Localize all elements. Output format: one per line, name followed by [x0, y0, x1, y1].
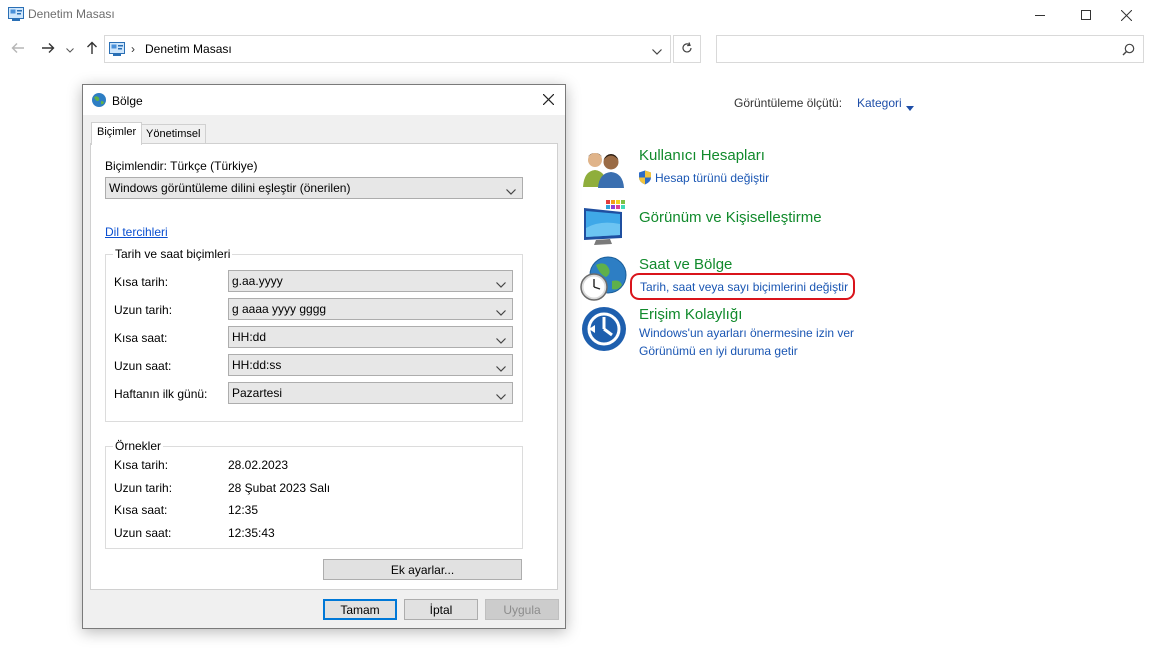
breadcrumb-item[interactable]: Denetim Masası — [145, 42, 232, 56]
long-date-label: Uzun tarih: — [114, 303, 173, 317]
format-label: Biçimlendir: Türkçe (Türkiye) — [105, 159, 258, 173]
chevron-down-icon — [496, 305, 506, 319]
chevron-down-icon[interactable] — [652, 44, 662, 58]
refresh-button[interactable] — [673, 35, 701, 63]
arrow-up-icon — [86, 41, 98, 58]
user-accounts-icon[interactable] — [582, 149, 628, 195]
breadcrumb-separator-icon: › — [131, 42, 135, 56]
close-icon — [542, 93, 554, 108]
chevron-down-icon — [506, 184, 516, 198]
dialog-title-bar: Bölge — [83, 85, 565, 115]
chevron-down-icon — [66, 42, 74, 56]
example-short-date-label: Kısa tarih: — [114, 458, 169, 472]
tab-administrative[interactable]: Yönetimsel — [140, 124, 207, 144]
back-button[interactable] — [7, 38, 29, 60]
view-by-label: Görüntüleme ölçütü: — [734, 96, 843, 110]
search-icon[interactable] — [1122, 43, 1135, 59]
category-title-appearance[interactable]: Görünüm ve Kişiselleştirme — [639, 209, 822, 226]
category-title-ease-of-access[interactable]: Erişim Kolaylığı — [639, 306, 742, 323]
search-box[interactable] — [716, 35, 1144, 63]
format-select-value: Windows görüntüleme dilini eşleştir (öne… — [109, 181, 351, 195]
control-panel-icon — [8, 7, 24, 21]
arrow-left-icon — [11, 42, 25, 57]
long-time-value: HH:dd:ss — [232, 358, 282, 372]
arrow-right-icon — [41, 42, 55, 57]
chevron-down-icon — [496, 389, 506, 403]
highlight-annotation — [630, 273, 855, 300]
refresh-icon — [681, 41, 693, 57]
example-short-time-label: Kısa saat: — [114, 503, 168, 517]
link-optimize-visual-display[interactable]: Görünümü en iyi duruma getir — [639, 344, 798, 358]
format-select[interactable]: Windows görüntüleme dilini eşleştir (öne… — [105, 177, 523, 199]
long-date-select[interactable]: g aaaa yyyy gggg — [228, 298, 513, 320]
ease-of-access-icon[interactable] — [581, 306, 627, 352]
short-date-label: Kısa tarih: — [114, 275, 169, 289]
example-long-time-label: Uzun saat: — [114, 526, 172, 540]
appearance-icon[interactable] — [582, 200, 628, 246]
short-time-select[interactable]: HH:dd — [228, 326, 513, 348]
short-time-value: HH:dd — [232, 330, 267, 344]
language-preferences-link[interactable]: Dil tercihleri — [105, 225, 168, 239]
control-panel-icon — [109, 42, 125, 56]
recent-locations-button[interactable] — [62, 38, 78, 60]
example-short-date-value: 28.02.2023 — [228, 458, 289, 472]
view-by-dropdown[interactable]: Kategori — [857, 96, 902, 110]
examples-group-title: Örnekler — [113, 439, 164, 453]
example-long-time-value: 12:35:43 — [228, 526, 275, 540]
maximize-icon — [1081, 10, 1091, 20]
cancel-button[interactable]: İptal — [404, 599, 478, 620]
close-icon — [1120, 9, 1132, 21]
up-button[interactable] — [81, 38, 103, 60]
short-time-label: Kısa saat: — [114, 331, 168, 345]
category-title-clock-region[interactable]: Saat ve Bölge — [639, 256, 732, 273]
first-day-of-week-label: Haftanın ilk günü: — [114, 387, 208, 401]
long-date-value: g aaaa yyyy gggg — [232, 302, 327, 316]
short-date-value: g.aa.yyyy — [232, 274, 283, 288]
minimize-button[interactable] — [1017, 0, 1063, 30]
dialog-title: Bölge — [112, 94, 143, 108]
title-bar: Denetim Masası — [0, 0, 1149, 30]
chevron-down-icon — [496, 361, 506, 375]
tab-formats[interactable]: Biçimler — [91, 122, 143, 145]
ok-button[interactable]: Tamam — [323, 599, 397, 620]
long-time-select[interactable]: HH:dd:ss — [228, 354, 513, 376]
region-dialog: Bölge Biçimler Yönetimsel Biçimlendir: T… — [82, 84, 566, 629]
chevron-down-icon — [496, 333, 506, 347]
example-long-date-label: Uzun tarih: — [114, 481, 173, 495]
long-time-label: Uzun saat: — [114, 359, 172, 373]
category-title-user-accounts[interactable]: Kullanıcı Hesapları — [639, 147, 765, 164]
forward-button[interactable] — [37, 38, 59, 60]
close-button[interactable] — [1103, 0, 1149, 30]
example-short-time-value: 12:35 — [228, 503, 259, 517]
minimize-icon — [1035, 10, 1045, 20]
additional-settings-button[interactable]: Ek ayarlar... — [323, 559, 522, 580]
dialog-close-button[interactable] — [537, 91, 559, 111]
first-day-of-week-value: Pazartesi — [232, 386, 283, 400]
uac-shield-icon — [638, 170, 652, 188]
short-date-select[interactable]: g.aa.yyyy — [228, 270, 513, 292]
clock-region-icon[interactable] — [578, 255, 627, 301]
globe-icon — [91, 92, 107, 111]
link-change-account-type[interactable]: Hesap türünü değiştir — [655, 171, 769, 185]
tab-panel-formats: Biçimlendir: Türkçe (Türkiye) Windows gö… — [90, 143, 558, 590]
apply-button[interactable]: Uygula — [485, 599, 559, 620]
datetime-formats-group-title: Tarih ve saat biçimleri — [113, 247, 233, 261]
first-day-of-week-select[interactable]: Pazartesi — [228, 382, 513, 404]
window-title: Denetim Masası — [28, 7, 115, 21]
example-long-date-value: 28 Şubat 2023 Salı — [228, 481, 331, 495]
caret-down-icon[interactable] — [906, 100, 914, 114]
chevron-down-icon — [496, 277, 506, 291]
link-let-windows-suggest-settings[interactable]: Windows'un ayarları önermesine izin ver — [639, 326, 854, 340]
address-bar[interactable]: › Denetim Masası — [104, 35, 671, 63]
search-input[interactable] — [723, 41, 1113, 57]
